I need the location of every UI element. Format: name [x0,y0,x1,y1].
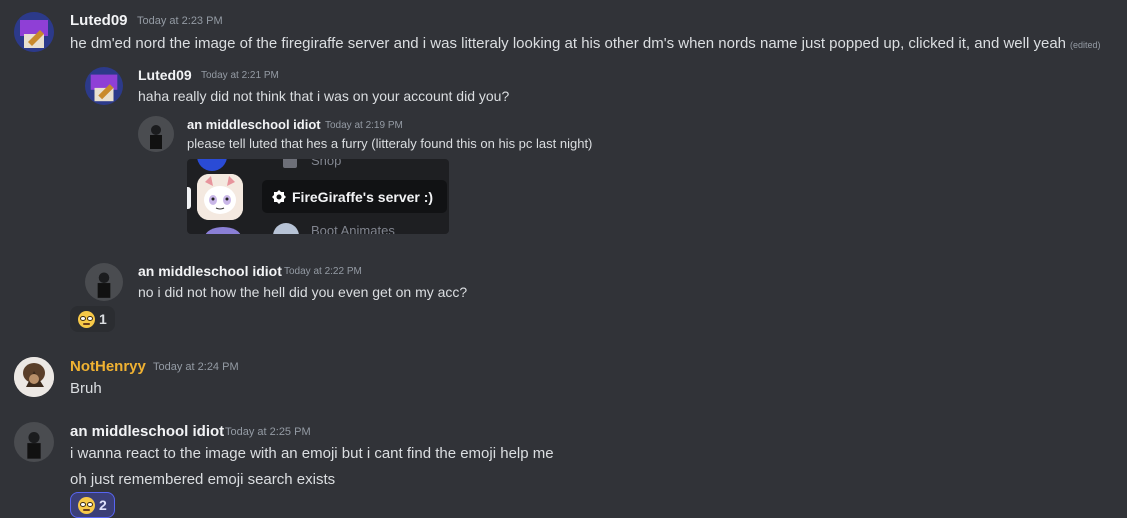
avatar-image [85,263,123,301]
server-icon-bottom [205,227,241,234]
nerd-face-emoji-icon [78,310,95,328]
message-body: he dm'ed nord the image of the firegiraf… [70,35,1066,52]
message-text: no i did not how the hell did you even g… [138,284,468,300]
message-text: haha really did not think that i was on … [138,88,510,104]
message-timestamp: Today at 2:22 PM [284,266,362,277]
message-author[interactable]: an middleschool idiot [138,263,282,279]
avatar-image [85,67,123,105]
avatar-image [14,12,54,52]
message-timestamp: Today at 2:25 PM [225,426,311,438]
message-author[interactable]: Luted09 [70,12,128,29]
message-text: please tell luted that hes a furry (litt… [187,136,593,151]
image-attachment[interactable]: Shop FireGiraffe's server :) Boot Animat… [187,159,449,234]
message-timestamp: Today at 2:21 PM [201,70,279,81]
message-author[interactable]: an middleschool idiot [70,423,224,440]
reaction-button[interactable]: 2 [70,492,115,518]
avatar[interactable] [14,422,54,462]
avatar[interactable] [138,116,174,152]
message-timestamp: Today at 2:24 PM [153,361,239,373]
avatar-image [138,116,174,152]
message-text: oh just remembered emoji search exists [70,471,336,488]
reaction-button[interactable]: 1 [70,306,115,332]
message-timestamp: Today at 2:23 PM [137,15,223,27]
message-author[interactable]: Luted09 [138,67,192,83]
avatar[interactable] [85,263,123,301]
server-icon-firegiraffe [197,174,243,220]
tooltip-text: FireGiraffe's server :) [292,188,434,205]
avatar-image [14,422,54,462]
server-icon-top [197,159,227,171]
avatar[interactable] [14,357,54,397]
message-text: he dm'ed nord the image of the firegiraf… [70,35,1101,52]
avatar[interactable] [85,67,123,105]
shop-icon [283,159,297,168]
avatar[interactable] [14,12,54,52]
reaction-count: 2 [99,497,107,513]
selected-indicator [187,187,191,209]
message-text: i wanna react to the image with an emoji… [70,445,554,462]
shop-label: Shop [311,159,342,168]
server-badge-icon [272,189,286,204]
message-timestamp: Today at 2:19 PM [325,120,403,131]
message-author[interactable]: an middleschool idiot [187,117,321,132]
nerd-face-emoji-icon [78,496,95,514]
server-avatar-small [273,223,299,234]
message-text: Bruh [70,380,102,397]
channel-label: Boot Animates [311,223,395,234]
avatar-image [14,357,54,397]
reaction-count: 1 [99,311,107,327]
message-author[interactable]: NotHenryy [70,358,146,375]
edited-label: (edited) [1070,40,1101,50]
server-tooltip: FireGiraffe's server :) [262,180,447,213]
